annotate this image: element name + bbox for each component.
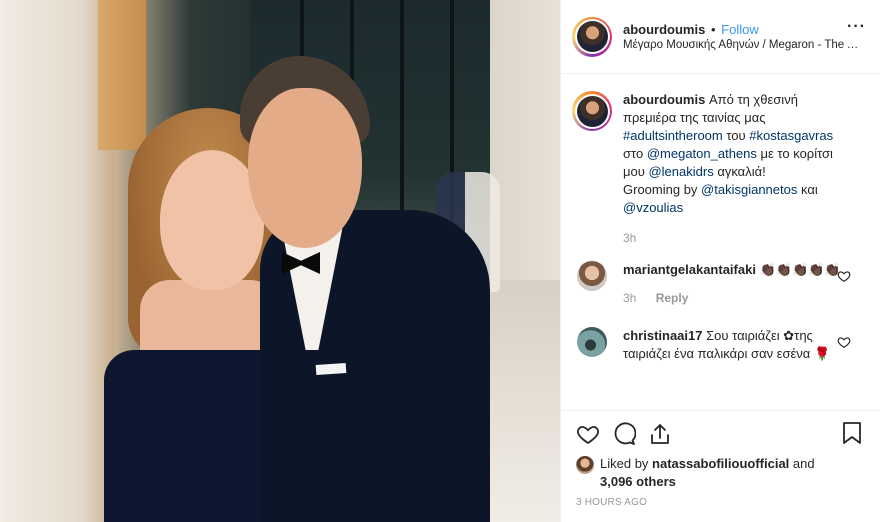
comment-like-icon[interactable]: [837, 269, 851, 283]
commenter-avatar[interactable]: [577, 261, 607, 291]
likes-prefix: Liked by: [600, 456, 649, 471]
comments-section[interactable]: abourdoumis Από τη χθεσινή πρεμιέρα της …: [561, 75, 880, 409]
author-avatar[interactable]: [572, 16, 612, 57]
heart-icon[interactable]: [576, 422, 600, 446]
hashtag-link[interactable]: #kostasgavras: [749, 128, 833, 143]
comment-username[interactable]: mariantgelakantaifaki: [623, 262, 756, 277]
caption-text: αγκαλιά!: [717, 164, 766, 179]
likes-count-link[interactable]: 3,096 others: [600, 474, 676, 489]
likes-summary: Liked by natassabofiliouofficial and 3,0…: [576, 455, 869, 491]
comment-text: 👏🏿👏🏿👏🏿👏🏿👏🏿: [759, 262, 841, 277]
liker-avatar[interactable]: [576, 456, 594, 474]
caption-avatar[interactable]: [572, 91, 612, 131]
commenter-avatar[interactable]: [577, 327, 607, 357]
comment-username[interactable]: christinaai17: [623, 328, 703, 343]
follow-button[interactable]: Follow: [721, 22, 759, 37]
bookmark-icon[interactable]: [841, 421, 863, 445]
mention-link[interactable]: @megaton_athens: [647, 146, 757, 161]
comment-time[interactable]: 3h: [623, 291, 636, 305]
mention-link[interactable]: @takisgiannetos: [701, 182, 797, 197]
likes-conjunction: and: [792, 456, 815, 471]
separator-dot: •: [710, 21, 716, 37]
hashtag-link[interactable]: #adultsintheroom: [623, 128, 723, 143]
comment-item: mariantgelakantaifaki 👏🏿👏🏿👏🏿👏🏿👏🏿 3h Repl…: [561, 261, 880, 305]
comment-like-icon[interactable]: [837, 335, 851, 349]
caption-text: και: [800, 182, 818, 197]
post-header: abourdoumis • Follow Μέγαρο Μουσικής Αθη…: [561, 0, 880, 74]
mention-link[interactable]: @vzoulias: [623, 200, 683, 215]
caption-text: Grooming by: [623, 182, 698, 197]
caption: abourdoumis Από τη χθεσινή πρεμιέρα της …: [561, 75, 880, 245]
caption-time[interactable]: 3h: [623, 231, 849, 245]
caption-username[interactable]: abourdoumis: [623, 92, 705, 107]
comment-icon[interactable]: [612, 422, 636, 446]
caption-text: στο: [623, 146, 644, 161]
more-options-icon[interactable]: ···: [847, 19, 866, 35]
post-timestamp[interactable]: 3 HOURS AGO: [576, 497, 869, 508]
liker-username[interactable]: natassabofiliouofficial: [652, 456, 789, 471]
post-photo[interactable]: [0, 0, 560, 522]
author-username[interactable]: abourdoumis: [623, 22, 705, 37]
post-actions: Liked by natassabofiliouofficial and 3,0…: [561, 410, 880, 522]
mention-link[interactable]: @lenakidrs: [648, 164, 713, 179]
reply-button[interactable]: Reply: [656, 291, 689, 305]
caption-text: του: [726, 128, 746, 143]
location-link[interactable]: Μέγαρο Μουσικής Αθηνών / Megaron - The A…: [623, 38, 859, 53]
share-icon[interactable]: [648, 422, 672, 446]
comment-item: christinaai17 Σου ταιριάζει ✿της ταιριάζ…: [561, 327, 880, 363]
post-sidebar: abourdoumis • Follow Μέγαρο Μουσικής Αθη…: [560, 0, 880, 522]
instagram-post: abourdoumis • Follow Μέγαρο Μουσικής Αθη…: [0, 0, 880, 522]
